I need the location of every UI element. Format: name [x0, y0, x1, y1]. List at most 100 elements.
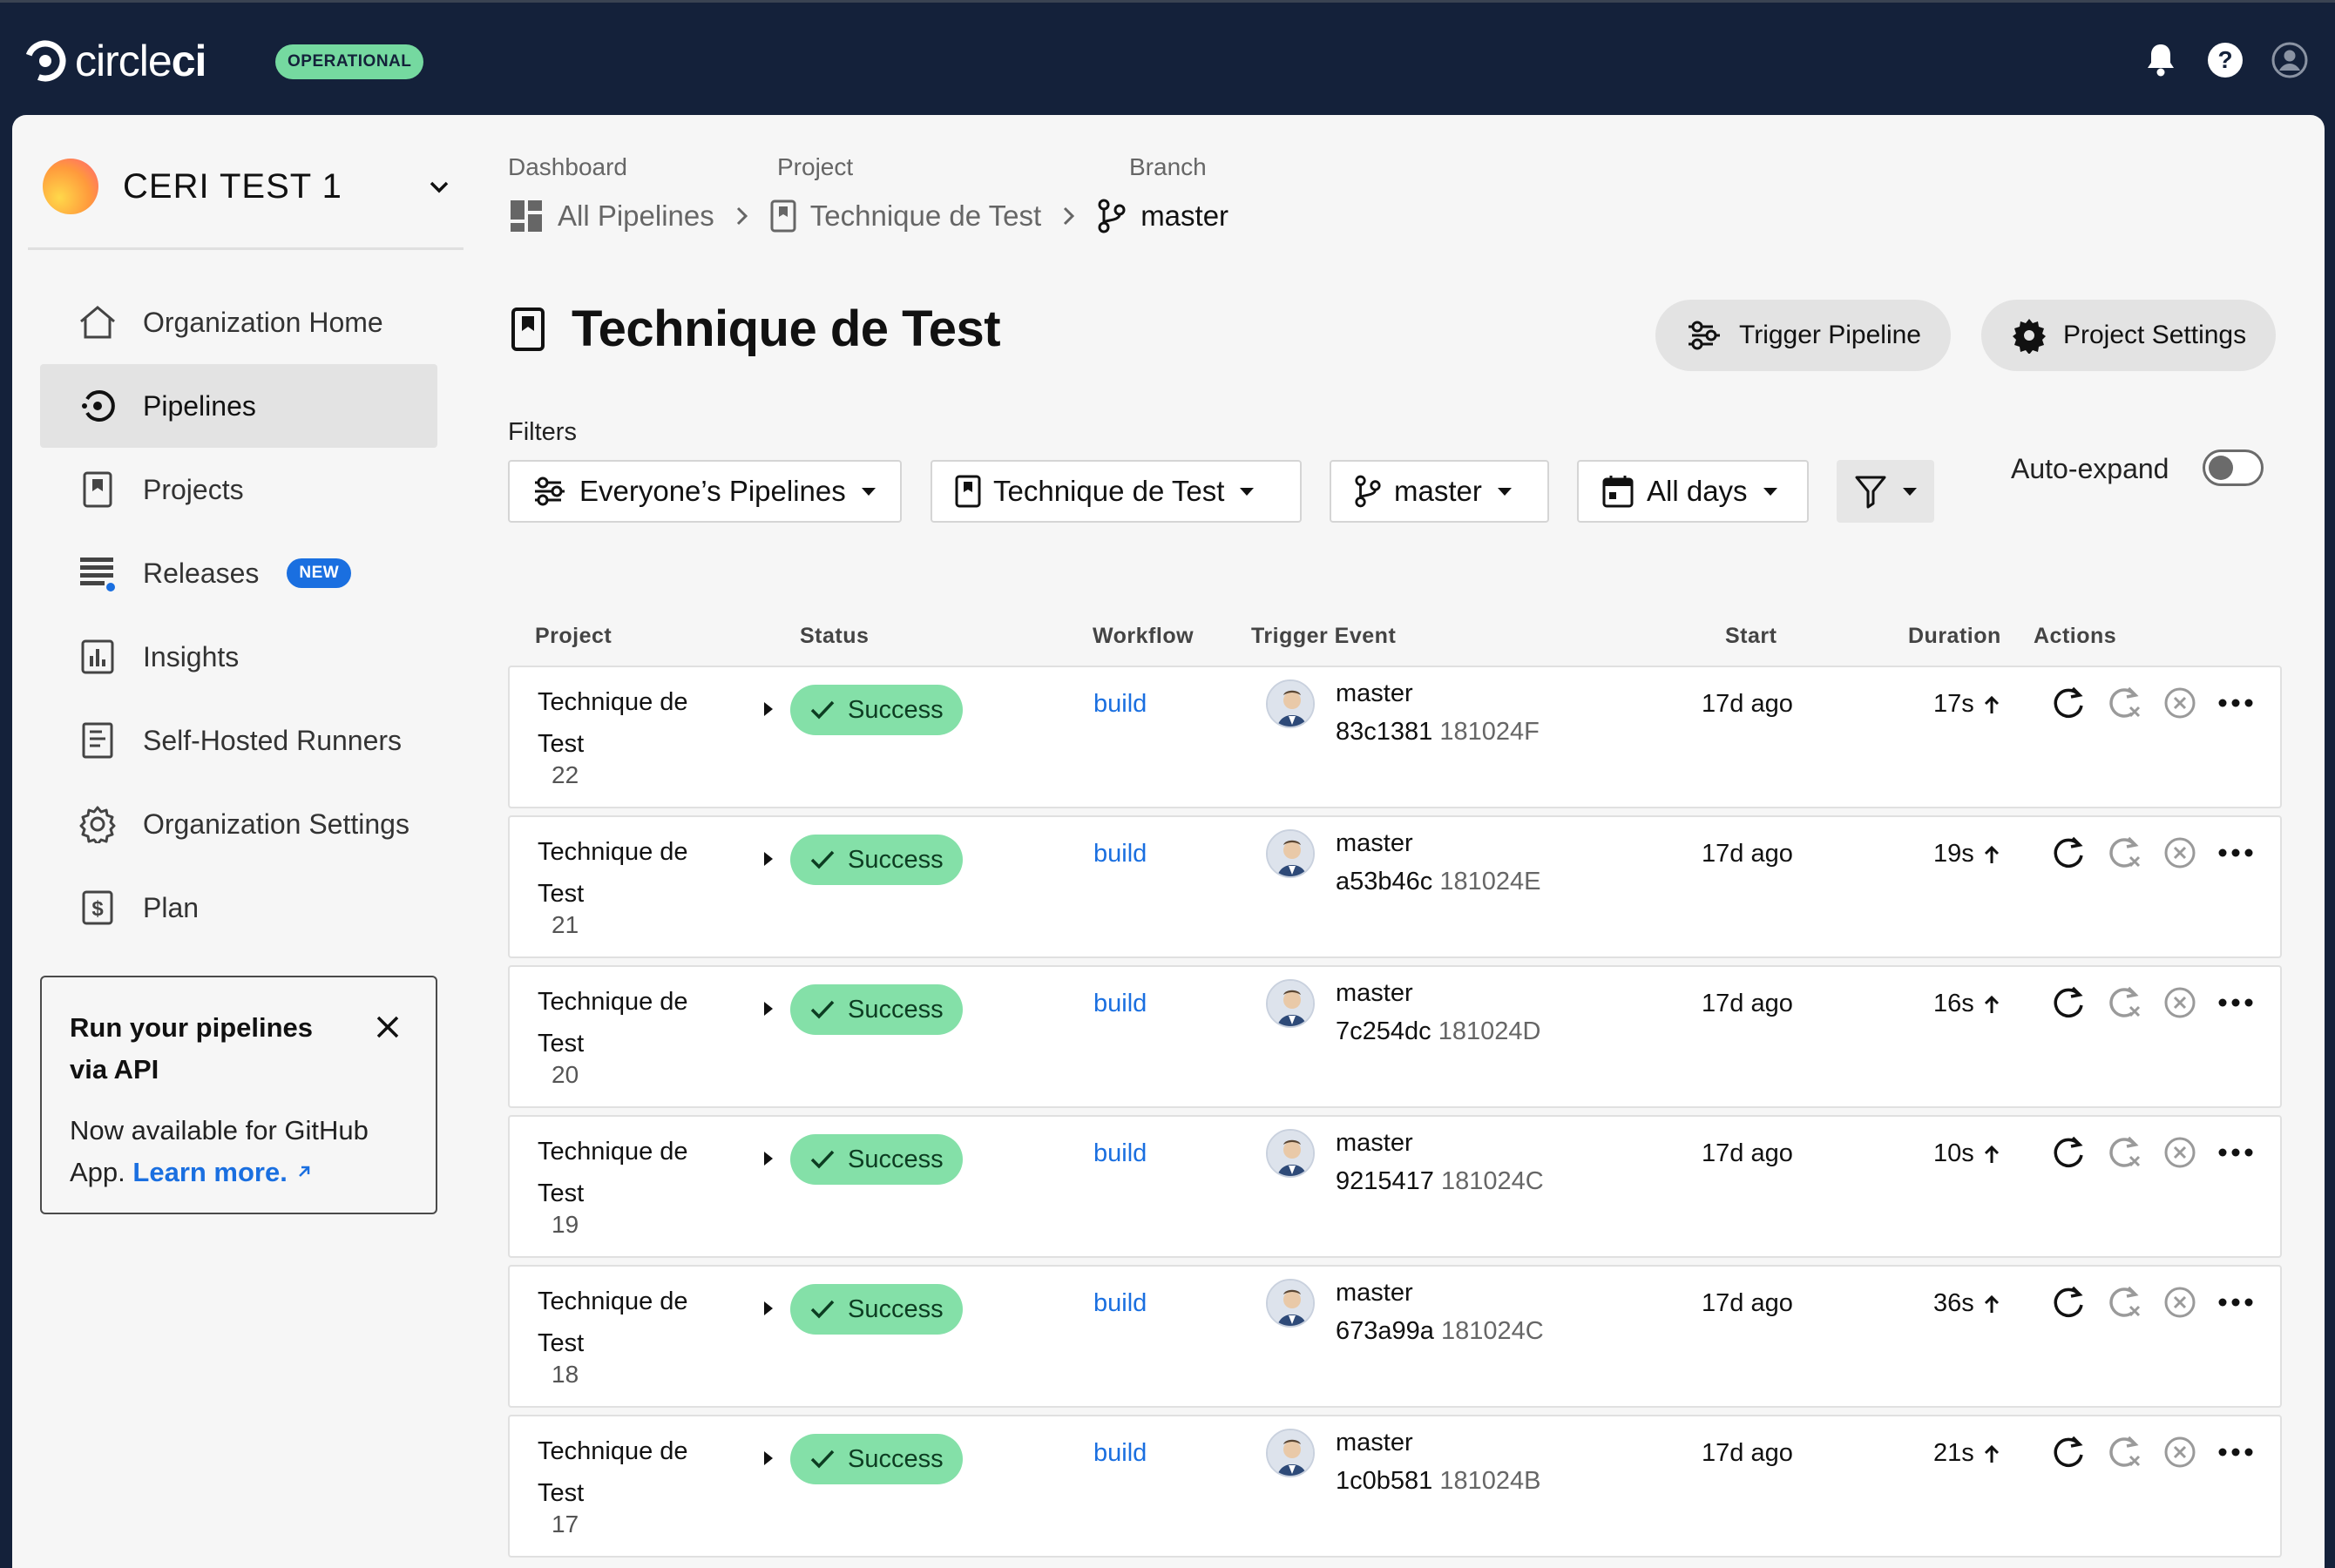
trigger-pipeline-button[interactable]: Trigger Pipeline	[1655, 300, 1951, 371]
expand-arrow-icon[interactable]	[764, 702, 773, 716]
status-badge[interactable]: Success	[790, 835, 963, 885]
sidebar-item-projects[interactable]: Projects	[40, 448, 437, 531]
pipeline-row[interactable]: Technique de Test 21 Success build maste…	[508, 815, 2282, 958]
rerun-failed-icon[interactable]	[2106, 835, 2142, 871]
rerun-icon[interactable]	[2050, 1284, 2087, 1321]
expand-arrow-icon[interactable]	[764, 1002, 773, 1016]
row-project-name[interactable]: Technique de Test	[538, 681, 729, 765]
trigger-branch[interactable]: master	[1336, 979, 1413, 1008]
close-icon[interactable]	[375, 1014, 401, 1040]
pipelines-owner-filter[interactable]: Everyone’s Pipelines	[508, 460, 902, 523]
branch-filter[interactable]: master	[1330, 460, 1549, 523]
rerun-icon[interactable]	[2050, 685, 2087, 721]
status-badge[interactable]: Success	[790, 1134, 963, 1185]
expand-arrow-icon[interactable]	[764, 852, 773, 866]
breadcrumb-project[interactable]: Technique de Test	[770, 199, 1041, 233]
row-pipeline-number[interactable]: 17	[552, 1511, 579, 1538]
cancel-icon[interactable]	[2162, 984, 2198, 1021]
more-options-icon[interactable]	[2217, 1284, 2254, 1321]
sidebar-item-self-hosted-runners[interactable]: Self-Hosted Runners	[40, 699, 437, 782]
project-settings-button[interactable]: Project Settings	[1981, 300, 2277, 371]
rerun-icon[interactable]	[2050, 1134, 2087, 1171]
status-badge[interactable]: Success	[790, 1284, 963, 1335]
sidebar-item-organization-settings[interactable]: Organization Settings	[40, 782, 437, 866]
sidebar-item-pipelines[interactable]: Pipelines	[40, 364, 437, 448]
date-filter[interactable]: All days	[1577, 460, 1809, 523]
circleci-logo[interactable]: circleci	[24, 36, 206, 86]
row-pipeline-number[interactable]: 22	[552, 761, 579, 789]
workflow-link[interactable]: build	[1093, 690, 1147, 719]
row-project-name[interactable]: Technique de Test	[538, 981, 729, 1064]
row-project-name[interactable]: Technique de Test	[538, 1430, 729, 1514]
more-filters-button[interactable]	[1837, 460, 1934, 523]
more-options-icon[interactable]	[2217, 1134, 2254, 1171]
breadcrumb-all-pipelines[interactable]: All Pipelines	[509, 199, 714, 233]
trigger-commit[interactable]: 673a99a 181024C	[1336, 1317, 1544, 1346]
status-badge[interactable]: Success	[790, 1434, 963, 1484]
more-options-icon[interactable]	[2217, 685, 2254, 721]
pipeline-row[interactable]: Technique de Test 18 Success build maste…	[508, 1265, 2282, 1408]
pipeline-row[interactable]: Technique de Test 20 Success build maste…	[508, 965, 2282, 1108]
trigger-commit[interactable]: 1c0b581 181024B	[1336, 1467, 1540, 1496]
bell-icon[interactable]	[2142, 41, 2180, 79]
status-badge[interactable]: Success	[790, 984, 963, 1035]
pipeline-row[interactable]: Technique de Test 19 Success build maste…	[508, 1115, 2282, 1258]
trigger-branch[interactable]: master	[1336, 679, 1413, 708]
cancel-icon[interactable]	[2162, 1284, 2198, 1321]
row-project-name[interactable]: Technique de Test	[538, 831, 729, 915]
rerun-icon[interactable]	[2050, 835, 2087, 871]
expand-arrow-icon[interactable]	[764, 1152, 773, 1166]
row-project-name[interactable]: Technique de Test	[538, 1131, 729, 1214]
check-icon	[810, 1000, 835, 1019]
workflow-link[interactable]: build	[1093, 1139, 1147, 1168]
cancel-icon[interactable]	[2162, 835, 2198, 871]
trigger-commit[interactable]: 83c1381 181024F	[1336, 718, 1540, 747]
rerun-icon[interactable]	[2050, 1434, 2087, 1470]
cancel-icon[interactable]	[2162, 685, 2198, 721]
trigger-commit[interactable]: a53b46c 181024E	[1336, 868, 1540, 896]
sidebar-item-insights[interactable]: Insights	[40, 615, 437, 699]
row-pipeline-number[interactable]: 20	[552, 1061, 579, 1089]
cancel-icon[interactable]	[2162, 1434, 2198, 1470]
rerun-failed-icon[interactable]	[2106, 984, 2142, 1021]
rerun-failed-icon[interactable]	[2106, 685, 2142, 721]
breadcrumb-branch[interactable]: master	[1097, 199, 1228, 233]
more-options-icon[interactable]	[2217, 1434, 2254, 1470]
trigger-commit[interactable]: 7c254dc 181024D	[1336, 1017, 1540, 1046]
workflow-link[interactable]: build	[1093, 1289, 1147, 1318]
more-options-icon[interactable]	[2217, 835, 2254, 871]
learn-more-link[interactable]: Learn more.	[132, 1157, 312, 1187]
workflow-link[interactable]: build	[1093, 1439, 1147, 1468]
system-status-badge[interactable]: OPERATIONAL	[275, 44, 424, 79]
sidebar-item-plan[interactable]: $ Plan	[40, 866, 437, 950]
sidebar-item-organization-home[interactable]: Organization Home	[40, 280, 437, 364]
pipeline-row[interactable]: Technique de Test 17 Success build maste…	[508, 1415, 2282, 1558]
more-options-icon[interactable]	[2217, 984, 2254, 1021]
auto-expand-toggle[interactable]	[2203, 449, 2264, 486]
rerun-failed-icon[interactable]	[2106, 1134, 2142, 1171]
user-account-icon[interactable]	[2271, 41, 2309, 79]
row-project-name[interactable]: Technique de Test	[538, 1281, 729, 1364]
status-badge[interactable]: Success	[790, 685, 963, 735]
cancel-icon[interactable]	[2162, 1134, 2198, 1171]
help-icon[interactable]: ?	[2206, 41, 2244, 79]
rerun-failed-icon[interactable]	[2106, 1434, 2142, 1470]
trigger-branch[interactable]: master	[1336, 1429, 1413, 1457]
sidebar-item-releases[interactable]: Releases NEW	[40, 531, 437, 615]
org-switcher[interactable]: CERI TEST 1	[43, 152, 461, 221]
trigger-branch[interactable]: master	[1336, 829, 1413, 858]
row-pipeline-number[interactable]: 18	[552, 1361, 579, 1389]
pipeline-row[interactable]: Technique de Test 22 Success build maste…	[508, 666, 2282, 808]
expand-arrow-icon[interactable]	[764, 1301, 773, 1315]
row-pipeline-number[interactable]: 19	[552, 1211, 579, 1239]
trigger-commit[interactable]: 9215417 181024C	[1336, 1167, 1544, 1196]
trigger-branch[interactable]: master	[1336, 1129, 1413, 1158]
workflow-link[interactable]: build	[1093, 840, 1147, 868]
row-pipeline-number[interactable]: 21	[552, 911, 579, 939]
rerun-icon[interactable]	[2050, 984, 2087, 1021]
trigger-branch[interactable]: master	[1336, 1279, 1413, 1308]
workflow-link[interactable]: build	[1093, 990, 1147, 1018]
expand-arrow-icon[interactable]	[764, 1451, 773, 1465]
project-filter[interactable]: Technique de Test	[931, 460, 1302, 523]
rerun-failed-icon[interactable]	[2106, 1284, 2142, 1321]
